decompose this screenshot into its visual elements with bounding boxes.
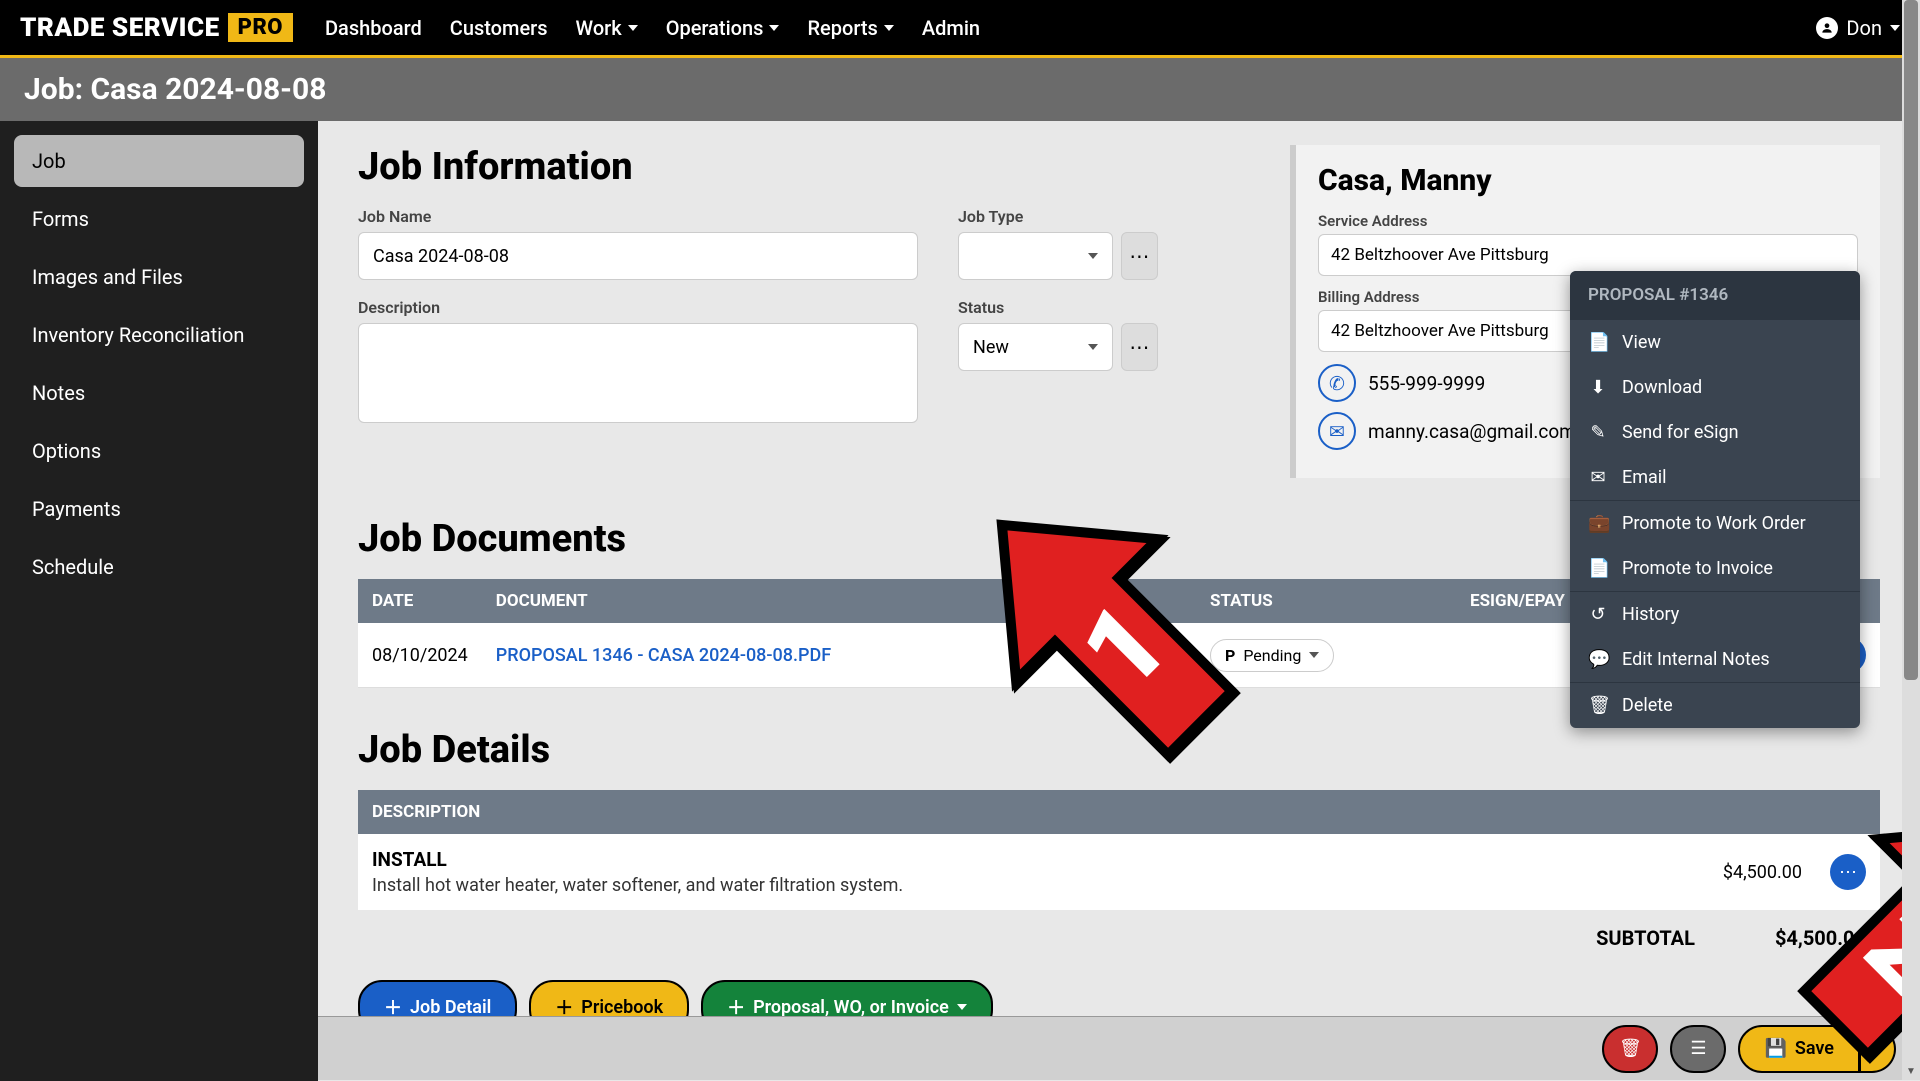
- briefcase-icon: 💼: [1588, 513, 1608, 534]
- menu-email[interactable]: ✉Email: [1570, 455, 1860, 500]
- sidebar-item-options[interactable]: Options: [14, 425, 304, 477]
- menu-esign[interactable]: ✎Send for eSign: [1570, 410, 1860, 455]
- subtotal-label: SUBTOTAL: [1596, 926, 1695, 950]
- logo-text: TRADE SERVICE: [20, 13, 220, 43]
- chevron-down-icon: [1088, 344, 1098, 350]
- file-icon: 📄: [1588, 332, 1608, 353]
- sidebar-item-schedule[interactable]: Schedule: [14, 541, 304, 593]
- save-button[interactable]: 💾Save: [1738, 1025, 1860, 1073]
- job-name-label: Job Name: [358, 207, 918, 226]
- phone-number: 555-999-9999: [1368, 372, 1485, 395]
- scrollbar[interactable]: ▼: [1902, 0, 1920, 1080]
- nav-operations[interactable]: Operations: [666, 16, 780, 40]
- logo: TRADE SERVICE PRO: [20, 13, 293, 43]
- chevron-down-icon: [1873, 1046, 1883, 1052]
- file-icon: 📄: [1588, 558, 1608, 579]
- detail-amount: $4,500.00: [1616, 834, 1816, 910]
- menu-download[interactable]: ⬇Download: [1570, 365, 1860, 410]
- sidebar-item-forms[interactable]: Forms: [14, 193, 304, 245]
- save-icon: 💾: [1764, 1038, 1786, 1059]
- customer-name: Casa, Manny: [1318, 163, 1858, 198]
- service-address-label: Service Address: [1318, 212, 1858, 230]
- nav-work[interactable]: Work: [576, 16, 638, 40]
- sidebar-item-inventory[interactable]: Inventory Reconciliation: [14, 309, 304, 361]
- job-type-more-button[interactable]: ⋯: [1121, 232, 1158, 280]
- chevron-down-icon: [1088, 253, 1098, 259]
- job-type-label: Job Type: [958, 207, 1158, 226]
- detail-title: INSTALL: [372, 848, 1602, 871]
- menu-promote-invoice[interactable]: 📄Promote to Invoice: [1570, 546, 1860, 591]
- detail-actions-button[interactable]: ⋯: [1830, 854, 1866, 890]
- col-status: STATUS: [1196, 579, 1456, 623]
- sidebar: Job Forms Images and Files Inventory Rec…: [0, 121, 318, 1081]
- chevron-down-icon: [1309, 652, 1319, 658]
- nav-admin[interactable]: Admin: [922, 16, 980, 40]
- email-address: manny.casa@gmail.com: [1368, 420, 1576, 443]
- scroll-down-icon[interactable]: ▼: [1902, 1062, 1920, 1080]
- chevron-down-icon: [957, 1004, 967, 1010]
- service-address-input[interactable]: [1318, 234, 1858, 276]
- details-heading: Job Details: [358, 728, 1880, 772]
- caret-down-icon: [628, 25, 638, 31]
- status-pill[interactable]: PPending: [1210, 639, 1334, 672]
- description-label: Description: [358, 298, 918, 317]
- delete-button[interactable]: 🗑: [1602, 1025, 1658, 1073]
- sign-icon: ✎: [1588, 422, 1608, 443]
- download-icon: ⬇: [1588, 377, 1608, 398]
- subtotal-amount: $4,500.00: [1775, 926, 1866, 950]
- status-label: Status: [958, 298, 1158, 317]
- sidebar-item-notes[interactable]: Notes: [14, 367, 304, 419]
- job-name-input[interactable]: [358, 232, 918, 280]
- detail-row: INSTALL Install hot water heater, water …: [358, 834, 1880, 910]
- dropdown-title: PROPOSAL #1346: [1570, 271, 1860, 319]
- list-icon: ☰: [1690, 1038, 1706, 1059]
- sidebar-item-job[interactable]: Job: [14, 135, 304, 187]
- list-button[interactable]: ☰: [1670, 1025, 1726, 1073]
- detail-desc: Install hot water heater, water softener…: [372, 875, 1602, 896]
- details-table: DESCRIPTION INSTALL Install hot water he…: [358, 790, 1880, 910]
- nav-customers[interactable]: Customers: [450, 16, 548, 40]
- logo-pro: PRO: [228, 13, 293, 42]
- user-menu[interactable]: Don: [1816, 16, 1900, 40]
- menu-history[interactable]: ↺History: [1570, 592, 1860, 637]
- history-icon: ↺: [1588, 604, 1608, 625]
- top-nav: TRADE SERVICE PRO Dashboard Customers Wo…: [0, 0, 1920, 58]
- scrollbar-thumb[interactable]: [1904, 0, 1918, 680]
- subtotal-row: SUBTOTAL $4,500.00: [358, 910, 1880, 966]
- caret-down-icon: [884, 25, 894, 31]
- user-name: Don: [1846, 16, 1882, 40]
- menu-promote-wo[interactable]: 💼Promote to Work Order: [1570, 501, 1860, 546]
- menu-view[interactable]: 📄View: [1570, 320, 1860, 365]
- email-icon: ✉: [1588, 467, 1608, 488]
- email-icon: ✉: [1318, 412, 1356, 450]
- nav-reports[interactable]: Reports: [807, 16, 893, 40]
- status-select[interactable]: New: [958, 323, 1113, 371]
- caret-down-icon: [769, 25, 779, 31]
- trash-icon: 🗑: [1588, 695, 1608, 716]
- bottom-action-bar: 🗑 ☰ 💾Save: [318, 1016, 1920, 1080]
- save-dropdown-button[interactable]: [1860, 1025, 1896, 1073]
- doc-date: 08/10/2024: [358, 623, 482, 688]
- caret-down-icon: [1890, 25, 1900, 31]
- job-type-select[interactable]: [958, 232, 1113, 280]
- col-document: DOCUMENT: [482, 579, 1196, 623]
- sidebar-item-payments[interactable]: Payments: [14, 483, 304, 535]
- user-icon: [1816, 17, 1838, 39]
- nav-dashboard[interactable]: Dashboard: [325, 16, 422, 40]
- col-date: DATE: [358, 579, 482, 623]
- phone-icon: ✆: [1318, 364, 1356, 402]
- page-title: Job: Casa 2024-08-08: [0, 58, 1920, 121]
- col-description: DESCRIPTION: [358, 790, 1616, 834]
- nav-items: Dashboard Customers Work Operations Repo…: [325, 16, 1816, 40]
- status-more-button[interactable]: ⋯: [1121, 323, 1158, 371]
- description-input[interactable]: [358, 323, 918, 423]
- menu-edit-notes[interactable]: 💬Edit Internal Notes: [1570, 637, 1860, 682]
- trash-icon: 🗑: [1619, 1038, 1642, 1059]
- comment-icon: 💬: [1588, 649, 1608, 670]
- document-link[interactable]: PROPOSAL 1346 - CASA 2024-08-08.PDF: [496, 645, 831, 666]
- document-context-menu: PROPOSAL #1346 📄View ⬇Download ✎Send for…: [1570, 271, 1860, 728]
- sidebar-item-images[interactable]: Images and Files: [14, 251, 304, 303]
- content: Job Information Job Name Job Type ⋯ Desc…: [318, 121, 1920, 1081]
- menu-delete[interactable]: 🗑Delete: [1570, 683, 1860, 728]
